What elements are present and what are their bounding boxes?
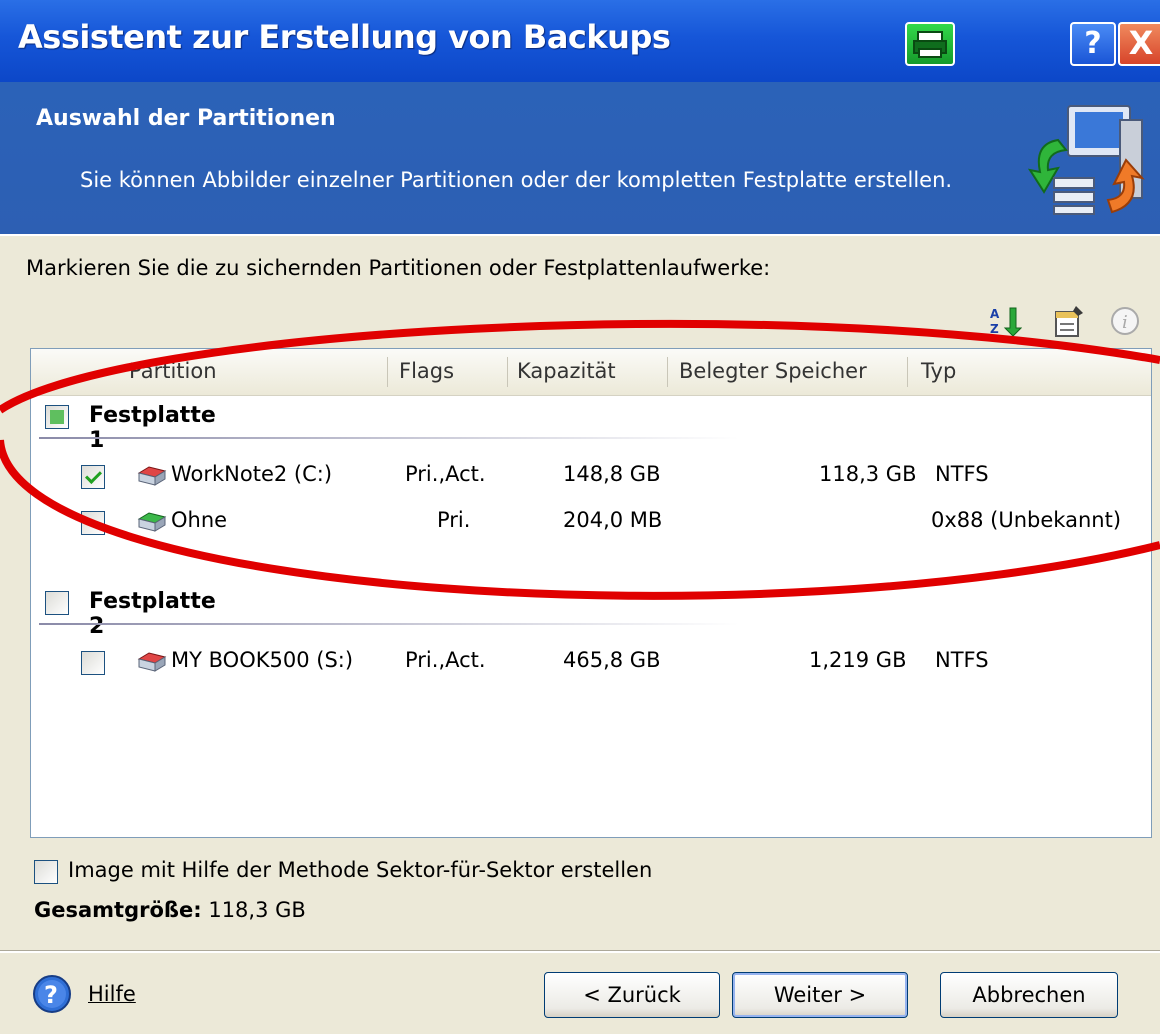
cancel-button[interactable]: Abbrechen xyxy=(940,972,1118,1018)
partition-capacity: 204,0 MB xyxy=(563,508,663,532)
disk-1-checkbox[interactable] xyxy=(45,405,69,429)
col-partition[interactable]: Partition xyxy=(129,359,217,383)
title-bar[interactable]: Assistent zur Erstellung von Backups ? X xyxy=(0,0,1160,83)
partition-drive-icon xyxy=(137,652,167,672)
footer-divider xyxy=(0,950,1160,953)
properties-icon[interactable] xyxy=(1052,304,1086,338)
disk-2-checkbox[interactable] xyxy=(45,591,69,615)
partition-flags: Pri. xyxy=(437,508,471,532)
table-row[interactable]: WorkNote2 (C:) Pri.,Act. 148,8 GB 118,3 … xyxy=(31,455,1151,495)
partition-flags: Pri.,Act. xyxy=(405,462,486,486)
col-flags[interactable]: Flags xyxy=(399,359,454,383)
svg-text:A: A xyxy=(990,307,1000,321)
back-button[interactable]: < Zurück xyxy=(544,972,720,1018)
partition-used: 118,3 GB xyxy=(819,462,917,486)
partition-capacity: 465,8 GB xyxy=(563,648,661,672)
partition-name: MY BOOK500 (S:) xyxy=(171,648,354,672)
col-capacity[interactable]: Kapazität xyxy=(517,359,616,383)
column-header: Partition Flags Kapazität Belegter Speic… xyxy=(31,349,1151,396)
backup-computer-icon xyxy=(1028,105,1145,215)
total-size-value: 118,3 GB xyxy=(208,898,306,922)
partition-capacity: 148,8 GB xyxy=(563,462,661,486)
print-icon[interactable] xyxy=(905,22,955,66)
window-title: Assistent zur Erstellung von Backups xyxy=(18,18,671,56)
sector-by-sector-label[interactable]: Image mit Hilfe der Methode Sektor-für-S… xyxy=(68,858,652,882)
wizard-header: Auswahl der Partitionen Sie können Abbil… xyxy=(0,82,1160,236)
partition-ohne-checkbox[interactable] xyxy=(81,511,105,535)
backup-wizard-window: Assistent zur Erstellung von Backups ? X… xyxy=(0,0,1160,1034)
table-row[interactable]: MY BOOK500 (S:) Pri.,Act. 465,8 GB 1,219… xyxy=(31,641,1151,681)
svg-text:Z: Z xyxy=(990,322,999,336)
sort-az-icon[interactable]: A Z xyxy=(988,304,1022,338)
help-icon[interactable]: ? xyxy=(32,974,72,1014)
partition-type: NTFS xyxy=(935,648,989,672)
next-button[interactable]: Weiter > xyxy=(732,972,908,1018)
partition-list[interactable]: Partition Flags Kapazität Belegter Speic… xyxy=(30,348,1152,838)
col-type[interactable]: Typ xyxy=(921,359,956,383)
table-row[interactable]: Ohne Pri. 204,0 MB 0x88 (Unbekannt) xyxy=(31,501,1151,541)
svg-text:i: i xyxy=(1122,312,1128,333)
partition-used: 1,219 GB xyxy=(809,648,907,672)
partition-c-checkbox[interactable] xyxy=(81,465,105,489)
partition-type: NTFS xyxy=(935,462,989,486)
step-description: Sie können Abbilder einzelner Partitione… xyxy=(80,168,953,192)
svg-text:?: ? xyxy=(44,981,58,1009)
col-used[interactable]: Belegter Speicher xyxy=(679,359,867,383)
list-toolbar: A Z i xyxy=(988,304,1148,338)
disk-1-label: Festplatte 1 xyxy=(89,403,216,453)
step-title: Auswahl der Partitionen xyxy=(36,106,336,131)
close-button[interactable]: X xyxy=(1118,22,1160,66)
total-size: Gesamtgröße: 118,3 GB xyxy=(34,898,306,922)
instruction-text: Markieren Sie die zu sichernden Partitio… xyxy=(26,256,771,280)
partition-drive-icon xyxy=(137,466,167,486)
total-size-label: Gesamtgröße: xyxy=(34,898,202,922)
help-link[interactable]: Hilfe xyxy=(88,982,136,1006)
sector-by-sector-checkbox[interactable] xyxy=(34,860,58,884)
info-icon[interactable]: i xyxy=(1108,304,1142,338)
partition-s-checkbox[interactable] xyxy=(81,651,105,675)
disk-2-label: Festplatte 2 xyxy=(89,589,216,639)
partition-drive-icon xyxy=(137,512,167,532)
partition-type: 0x88 (Unbekannt) xyxy=(931,508,1122,532)
help-title-button[interactable]: ? xyxy=(1070,22,1116,66)
partition-name: Ohne xyxy=(171,508,228,532)
partition-name: WorkNote2 (C:) xyxy=(171,462,333,486)
partition-flags: Pri.,Act. xyxy=(405,648,486,672)
